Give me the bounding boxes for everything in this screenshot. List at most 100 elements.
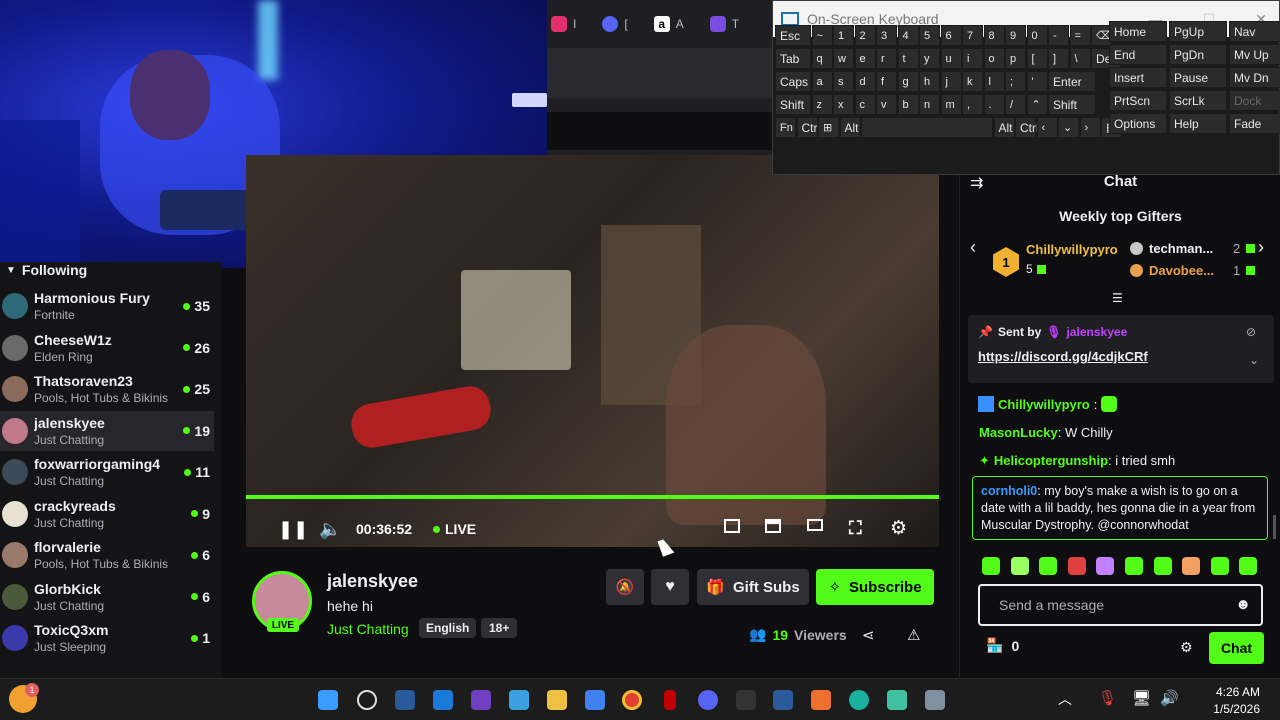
gifter-3[interactable]: Davobee... 1 xyxy=(1130,263,1280,278)
follow-button[interactable]: ♥ xyxy=(651,569,689,605)
gifter-2[interactable]: techman... 2 xyxy=(1130,241,1280,256)
fullscreen-button[interactable]: ⛶ xyxy=(849,518,862,539)
osk-key[interactable]: k xyxy=(962,71,983,92)
following-header[interactable]: ▼ Following xyxy=(6,262,87,278)
microphone-icon[interactable]: 🎙 xyxy=(1098,689,1117,707)
emote-icon[interactable] xyxy=(1039,557,1058,575)
osk-key[interactable]: p xyxy=(1005,48,1026,69)
hide-pinned-icon[interactable]: ⊘ xyxy=(1246,325,1256,339)
chat-input[interactable]: Send a message ☻ xyxy=(978,584,1263,626)
sidebar-channel[interactable]: jalenskyee Just Chatting 19 xyxy=(0,410,214,451)
browser-tab-3[interactable]: a A xyxy=(653,16,684,32)
report-button[interactable]: ⚠ xyxy=(907,626,920,644)
emote-icon[interactable] xyxy=(1239,557,1258,575)
edge-icon[interactable] xyxy=(849,690,869,710)
osk-key[interactable]: 3 xyxy=(876,25,897,46)
netflix-icon[interactable] xyxy=(664,690,676,710)
osk-key[interactable]: m xyxy=(940,94,962,115)
emoji-icon[interactable]: ☻ xyxy=(1235,596,1251,613)
osk-key[interactable]: j xyxy=(940,71,962,92)
osk-key[interactable]: w xyxy=(833,48,854,69)
osk-key[interactable]: Tab xyxy=(775,48,811,69)
osk-key[interactable]: h xyxy=(919,71,940,92)
osk-nav-key[interactable]: Mv Up xyxy=(1229,44,1280,65)
speaker-icon[interactable]: 🔊 xyxy=(1160,689,1179,707)
osk-key[interactable]: / xyxy=(1005,94,1026,115)
browser-tab-1[interactable]: I xyxy=(551,16,576,32)
sidebar-channel[interactable]: Thatsoraven23 Pools, Hot Tubs & Bikinis 25 xyxy=(0,369,214,409)
sidebar-channel[interactable]: Harmonious Fury Fortnite 35 xyxy=(0,286,214,326)
chevron-down-icon[interactable]: ⌄ xyxy=(1249,353,1259,367)
osk-nav-key[interactable]: Home xyxy=(1109,21,1167,42)
osk-key[interactable]: ⌄ xyxy=(1058,117,1079,138)
streamer-name[interactable]: jalenskyee xyxy=(327,571,418,592)
clip-button[interactable] xyxy=(765,519,781,533)
volume-button[interactable]: 🔈 xyxy=(319,519,341,540)
emote-icon[interactable] xyxy=(982,557,1000,575)
osk-key[interactable]: 1 xyxy=(833,25,854,46)
osk-key[interactable]: - xyxy=(1048,25,1069,46)
sidebar-channel[interactable]: crackyreads Just Chatting 9 xyxy=(0,494,214,534)
osk-nav-key[interactable]: Dock xyxy=(1229,90,1280,111)
osk-key[interactable]: \ xyxy=(1069,48,1091,69)
osk-key[interactable]: ; xyxy=(1005,71,1026,92)
chevron-up-icon[interactable]: ︿ xyxy=(1058,689,1072,709)
live-indicator[interactable]: LIVE xyxy=(433,521,476,537)
video-player[interactable]: ❚❚ 🔈 00:36:52 LIVE ⛶ ⚙ xyxy=(246,155,939,547)
emote-icon[interactable] xyxy=(1182,557,1201,575)
osk-key[interactable]: d xyxy=(854,71,876,92)
osk-key[interactable]: ⌃ xyxy=(1026,94,1048,115)
osk-key[interactable]: Caps xyxy=(775,71,811,92)
teams-icon[interactable] xyxy=(471,690,491,710)
osk-key[interactable]: 9 xyxy=(1005,25,1026,46)
gift-subs-button[interactable]: 🎁 Gift Subs xyxy=(697,569,809,605)
osk-key[interactable]: l xyxy=(983,71,1005,92)
osk-key[interactable] xyxy=(861,117,993,138)
sidebar-channel[interactable]: ToxicQ3xm Just Sleeping 1 xyxy=(0,618,214,658)
osk-key[interactable]: ] xyxy=(1048,48,1069,69)
channel-points[interactable]: 🏪 0 xyxy=(986,637,1019,654)
osk-nav-key[interactable]: PrtScn xyxy=(1109,90,1167,111)
app-orange-icon[interactable] xyxy=(811,690,831,710)
osk-nav-key[interactable]: Nav xyxy=(1229,21,1280,42)
emote-icon[interactable] xyxy=(1010,557,1029,575)
steam-2-icon[interactable] xyxy=(773,690,793,710)
osk-key[interactable]: a xyxy=(811,71,833,92)
sidebar-channel[interactable]: foxwarriorgaming4 Just Chatting 11 xyxy=(0,452,214,492)
osk-nav-key[interactable]: Options xyxy=(1109,113,1167,134)
emote-icon[interactable] xyxy=(1096,557,1115,575)
osk-key[interactable]: 6 xyxy=(940,25,962,46)
osk-nav-key[interactable]: ScrLk xyxy=(1169,90,1227,111)
settings-button[interactable]: ⚙ xyxy=(890,517,907,540)
chat-scrollbar[interactable] xyxy=(1273,515,1276,539)
osk-key[interactable]: Ctrl xyxy=(1015,117,1039,138)
stream-category[interactable]: Just Chatting xyxy=(327,621,409,637)
osk-key[interactable]: Esc xyxy=(775,25,811,46)
osk-key[interactable]: n xyxy=(919,94,940,115)
chat-settings-button[interactable]: ⚙ xyxy=(1180,639,1193,656)
expand-pinned-icon[interactable]: ☰ xyxy=(1112,291,1123,305)
osk-key[interactable]: z xyxy=(811,94,833,115)
sidebar-channel[interactable]: GlorbKick Just Chatting 6 xyxy=(0,577,214,617)
sidebar-channel[interactable]: CheeseW1z Elden Ring 26 xyxy=(0,328,214,368)
osk-key[interactable]: Shift xyxy=(1048,94,1096,115)
notifications-button[interactable]: 🔕 xyxy=(606,569,644,605)
app-green-icon[interactable] xyxy=(887,690,907,710)
osk-key[interactable]: ' xyxy=(1026,71,1048,92)
app-icon[interactable] xyxy=(736,690,756,710)
miniplayer-button[interactable] xyxy=(724,519,740,533)
osk-key[interactable]: 8 xyxy=(983,25,1005,46)
outlook-icon[interactable] xyxy=(433,690,453,710)
sidebar-channel[interactable]: florvalerie Pools, Hot Tubs & Bikinis 6 xyxy=(0,535,214,575)
file-explorer-icon[interactable] xyxy=(547,690,567,710)
osk-key[interactable]: Fn xyxy=(775,117,796,138)
prev-arrow-icon[interactable]: ‹ xyxy=(970,237,976,258)
osk-key[interactable]: 7 xyxy=(962,25,983,46)
progress-bar[interactable] xyxy=(246,495,939,499)
osk-key[interactable]: i xyxy=(962,48,983,69)
osk-key[interactable]: q xyxy=(811,48,833,69)
osk-nav-key[interactable]: Insert xyxy=(1109,67,1167,88)
osk-key[interactable]: 4 xyxy=(897,25,919,46)
osk-key[interactable]: 0 xyxy=(1026,25,1048,46)
osk-key[interactable]: 5 xyxy=(919,25,940,46)
